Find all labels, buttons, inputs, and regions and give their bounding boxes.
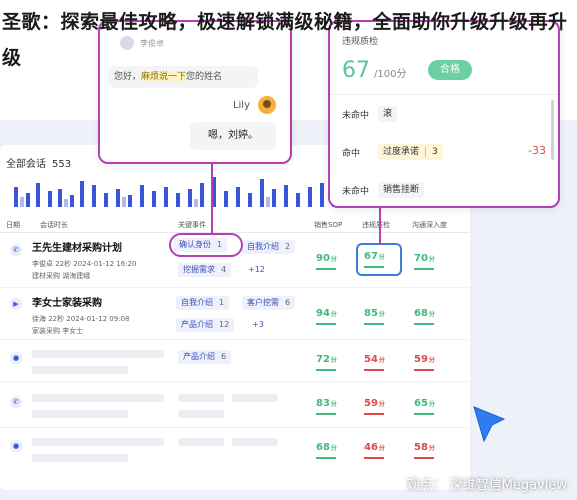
- table-row[interactable]: ● 产品介绍 6 72分 54分 59分: [0, 340, 470, 382]
- table-row[interactable]: ● 68分 46分 58分: [0, 428, 470, 472]
- dashboard-title-label: 全部会话: [6, 159, 46, 170]
- row-title[interactable]: 王先生建材采购计划: [32, 239, 122, 254]
- compliance-score-bar: [364, 413, 384, 415]
- depth-score-bar: [414, 323, 434, 325]
- placeholder-tag: [178, 394, 224, 402]
- phone-icon: ✆: [10, 396, 22, 408]
- event-tag[interactable]: 自我介绍 1: [176, 296, 230, 310]
- connector-line: [379, 207, 381, 245]
- placeholder-tag: [178, 438, 224, 446]
- article-headline: 圣歌：探索最佳攻略，极速解锁满级秘籍，全面助你升级升级再升级: [2, 11, 568, 69]
- highlighted-event-tag: [169, 233, 243, 257]
- compliance-score-bar: [364, 457, 384, 459]
- placeholder-tag: [178, 410, 224, 418]
- sop-score-bar: [316, 323, 336, 325]
- phone-icon: ✆: [10, 244, 22, 256]
- row-tags: 家装采购 李女士: [32, 327, 84, 335]
- watermark: 观点： 深维智信Megaview: [406, 478, 567, 493]
- rule-tag[interactable]: 销售挂断: [378, 182, 425, 198]
- sop-score: 68分: [316, 442, 337, 453]
- row-meta: 李俊卓 22秒 2024-01-12 16:20: [32, 260, 137, 268]
- video-icon: ▶: [10, 298, 22, 310]
- pointer-cursor-icon: [473, 406, 506, 443]
- placeholder-tag: [232, 394, 278, 402]
- penalty-points: -33: [528, 144, 546, 157]
- compliance-score: 85分: [364, 308, 385, 319]
- depth-score-bar: [414, 369, 434, 371]
- compliance-score: 59分: [364, 398, 385, 409]
- col-duration: 会话时长: [40, 221, 68, 229]
- table-row[interactable]: ✆ 83分 59分 65分: [0, 382, 470, 428]
- placeholder-line: [32, 394, 164, 402]
- sop-score: 94分: [316, 308, 337, 319]
- col-compliance: 违规质检: [362, 221, 390, 229]
- sop-score-bar: [316, 369, 336, 371]
- connector-line: [211, 163, 213, 235]
- rule-status: 命中: [342, 149, 361, 159]
- depth-score: 65分: [414, 398, 435, 409]
- placeholder-line: [32, 438, 164, 446]
- event-tag[interactable]: 产品介绍 12: [176, 318, 235, 332]
- customer-name: Lily: [232, 100, 250, 111]
- event-tag[interactable]: 客户挖需 6: [242, 296, 296, 310]
- chat-icon: ●: [10, 440, 22, 452]
- customer-message: 嗯，刘婷。: [190, 122, 276, 150]
- depth-score-bar: [414, 457, 434, 459]
- sop-score: 90分: [316, 253, 337, 264]
- customer-avatar: [258, 96, 276, 114]
- rule-status: 未命中: [342, 111, 370, 121]
- scrollbar[interactable]: [551, 100, 554, 160]
- table-row[interactable]: ▶ 李女士家装采购 徐海 22秒 2024-01-12 09:08 家装采购 李…: [0, 288, 470, 340]
- sop-score: 83分: [316, 398, 337, 409]
- sop-score-bar: [316, 268, 336, 270]
- rule-status: 未命中: [342, 187, 370, 197]
- row-title[interactable]: 李女士家装采购: [32, 294, 102, 309]
- highlighted-compliance-score: [356, 243, 402, 276]
- col-depth: 沟通深入度: [412, 221, 447, 229]
- col-key-events: 关键事件: [178, 221, 206, 229]
- depth-score: 68分: [414, 308, 435, 319]
- row-meta: 徐海 22秒 2024-01-12 09:08: [32, 315, 130, 323]
- compliance-score: 54分: [364, 354, 385, 365]
- compliance-score: 46分: [364, 442, 385, 453]
- event-tag[interactable]: 挖掘需求 4: [178, 263, 232, 277]
- rule-tag-violation[interactable]: 过度承诺 3: [378, 144, 443, 160]
- depth-score-bar: [414, 268, 434, 270]
- depth-score-bar: [414, 413, 434, 415]
- sop-score-bar: [316, 457, 336, 459]
- compliance-score-bar: [364, 369, 384, 371]
- placeholder-line: [32, 454, 128, 462]
- depth-score: 59分: [414, 354, 435, 365]
- event-tag[interactable]: 产品介绍 6: [178, 350, 232, 364]
- placeholder-line: [32, 366, 128, 374]
- compliance-score-bar: [364, 323, 384, 325]
- chat-icon: ●: [10, 352, 22, 364]
- col-sales-sop: 销售SOP: [314, 221, 343, 229]
- event-tag[interactable]: 自我介绍 2: [242, 240, 296, 254]
- sop-score: 72分: [316, 354, 337, 365]
- table-header: 日期 会话时长 关键事件 销售SOP 违规质检 沟通深入度: [0, 217, 470, 233]
- depth-score: 70分: [414, 253, 435, 264]
- placeholder-line: [32, 350, 164, 358]
- rule-tag[interactable]: 滚: [378, 106, 398, 122]
- placeholder-line: [32, 410, 128, 418]
- depth-score: 58分: [414, 442, 435, 453]
- more-tags-count[interactable]: +12: [248, 265, 265, 274]
- divider: [330, 94, 558, 95]
- sop-score-bar: [316, 413, 336, 415]
- placeholder-tag: [232, 438, 278, 446]
- row-tags: 建材采购 湖海建峨: [32, 272, 91, 280]
- dashboard-title: 全部会话 553: [6, 155, 71, 170]
- col-date: 日期: [6, 221, 20, 229]
- conversation-count: 553: [52, 159, 72, 170]
- more-tags-count[interactable]: +3: [252, 320, 264, 329]
